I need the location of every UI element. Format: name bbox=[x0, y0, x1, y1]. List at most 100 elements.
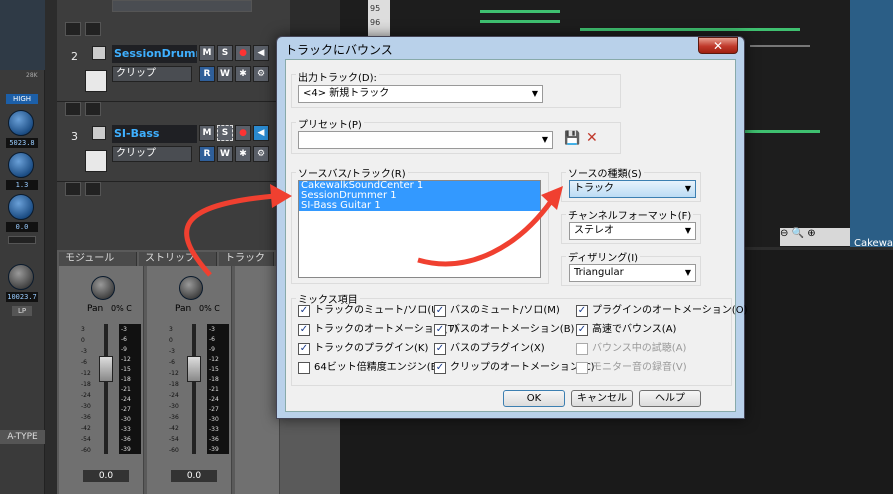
read-automation-button[interactable]: R bbox=[199, 146, 215, 162]
checkmark-icon[interactable]: ✓ bbox=[576, 324, 588, 336]
track-icon bbox=[65, 102, 81, 116]
input-echo-button[interactable]: ◀ bbox=[253, 125, 269, 141]
close-button[interactable]: ✕ bbox=[698, 37, 738, 54]
automation-icon[interactable] bbox=[85, 22, 101, 36]
tab-strip[interactable]: ストリップ bbox=[139, 252, 217, 266]
dither-select[interactable]: Triangular ▼ bbox=[569, 264, 696, 282]
cancel-button[interactable]: キャンセル bbox=[571, 390, 633, 407]
mix-item-checkbox[interactable]: ✓ バスのミュート/ソロ(M) bbox=[434, 304, 560, 318]
zoom-controls[interactable]: ⊖ 🔍 ⊕ bbox=[780, 228, 850, 246]
source-list-item[interactable]: SI-Bass Guitar 1 bbox=[299, 201, 540, 211]
checkmark-icon[interactable]: ✓ bbox=[434, 324, 446, 336]
high-band-button[interactable]: HIGH bbox=[6, 94, 38, 104]
mix-item-checkbox[interactable]: ✓ バスのオートメーション(B) bbox=[434, 323, 574, 337]
help-button[interactable]: ヘルプ bbox=[639, 390, 701, 407]
delete-icon[interactable]: ✕ bbox=[586, 130, 602, 146]
mute-button[interactable]: M bbox=[199, 45, 215, 61]
channel-format-value: ステレオ bbox=[574, 225, 614, 236]
save-icon[interactable]: 💾 bbox=[564, 131, 580, 147]
source-type-value: トラック bbox=[574, 183, 614, 194]
clip-dropdown[interactable] bbox=[112, 0, 252, 12]
pan-knob[interactable] bbox=[179, 276, 203, 300]
output-track-label: 出力トラック(D): bbox=[296, 69, 379, 84]
note-bar[interactable] bbox=[580, 28, 800, 31]
output-track-select[interactable]: <4> 新規トラック ▼ bbox=[298, 85, 543, 103]
record-button[interactable]: ● bbox=[235, 45, 251, 61]
fader-scale-label: 3 bbox=[169, 326, 173, 333]
meter-scale-label: -9 bbox=[209, 346, 215, 353]
meter-scale-label: -9 bbox=[121, 346, 127, 353]
channel-format-select[interactable]: ステレオ ▼ bbox=[569, 222, 696, 240]
meter-scale-label: -24 bbox=[209, 396, 219, 403]
volume-fader[interactable] bbox=[99, 356, 113, 382]
ok-button[interactable]: OK bbox=[503, 390, 565, 407]
note-bar[interactable] bbox=[750, 45, 810, 47]
mix-item-checkbox[interactable]: ✓ トラックのプラグイン(K) bbox=[298, 342, 428, 356]
track-name[interactable]: SI-Bass Guitar 1 bbox=[112, 125, 197, 143]
tab-module[interactable]: モジュール bbox=[59, 252, 137, 266]
checkmark-icon[interactable]: ✓ bbox=[298, 305, 310, 317]
checkmark-icon[interactable]: ✓ bbox=[434, 343, 446, 355]
track-number: 3 bbox=[71, 130, 78, 143]
solo-button[interactable]: S bbox=[217, 125, 233, 141]
write-automation-button[interactable]: W bbox=[217, 66, 233, 82]
track-name[interactable]: SessionDrummer bbox=[112, 45, 197, 63]
pan-label: Pan bbox=[87, 304, 104, 314]
mix-item-checkbox[interactable]: モニター音の録音(V) bbox=[576, 361, 687, 375]
mix-item-checkbox[interactable]: ✓ バスのプラグイン(X) bbox=[434, 342, 545, 356]
mix-item-checkbox[interactable]: ✓ クリップのオートメーション(C) bbox=[434, 361, 595, 375]
automation-icon[interactable] bbox=[85, 182, 101, 196]
note-bar[interactable] bbox=[480, 20, 560, 23]
checkmark-icon[interactable]: ✓ bbox=[298, 324, 310, 336]
gain-knob[interactable] bbox=[8, 194, 34, 220]
mix-item-checkbox[interactable]: ✓ トラックのミュート/ソロ(U) bbox=[298, 304, 443, 318]
preset-select[interactable]: ▼ bbox=[298, 131, 553, 149]
tab-track[interactable]: トラック bbox=[219, 252, 274, 266]
checkbox-empty-icon[interactable] bbox=[576, 362, 588, 374]
gear-button[interactable]: ⚙ bbox=[253, 146, 269, 162]
lp-knob[interactable] bbox=[8, 264, 34, 290]
mute-button[interactable]: M bbox=[199, 125, 215, 141]
mix-item-checkbox[interactable]: ✓ 高速でバウンス(A) bbox=[576, 323, 676, 337]
fader-scale-label: -3 bbox=[169, 348, 175, 355]
meter-scale-label: -24 bbox=[121, 396, 131, 403]
pan-knob[interactable] bbox=[91, 276, 115, 300]
checkbox-empty-icon[interactable] bbox=[298, 362, 310, 374]
meter-scale-label: -18 bbox=[121, 376, 131, 383]
source-type-select[interactable]: トラック ▼ bbox=[569, 180, 696, 198]
clip-dropdown[interactable]: クリップ bbox=[112, 146, 192, 162]
band-switch[interactable] bbox=[8, 236, 36, 244]
read-automation-button[interactable]: R bbox=[199, 66, 215, 82]
input-echo-button[interactable]: ◀ bbox=[253, 45, 269, 61]
volume-fader[interactable] bbox=[187, 356, 201, 382]
record-button[interactable]: ● bbox=[235, 125, 251, 141]
meter-scale-label: -33 bbox=[121, 426, 131, 433]
star-button[interactable]: ✱ bbox=[235, 66, 251, 82]
mix-item-checkbox[interactable]: 64ビット倍精度エンジン(E bbox=[298, 361, 437, 375]
checkmark-icon[interactable]: ✓ bbox=[576, 305, 588, 317]
write-automation-button[interactable]: W bbox=[217, 146, 233, 162]
fader-track bbox=[192, 324, 196, 454]
freq-label: 28K bbox=[26, 72, 38, 79]
note-bar[interactable] bbox=[740, 130, 820, 133]
dialog-title: トラックにバウンス bbox=[285, 43, 393, 57]
checkbox-empty-icon[interactable] bbox=[576, 343, 588, 355]
note-bar[interactable] bbox=[480, 10, 560, 13]
checkmark-icon[interactable]: ✓ bbox=[298, 343, 310, 355]
mix-item-checkbox[interactable]: ✓ プラグインのオートメーション(O) bbox=[576, 304, 747, 318]
gear-button[interactable]: ⚙ bbox=[253, 66, 269, 82]
star-button[interactable]: ✱ bbox=[235, 146, 251, 162]
effect-rack: 28K HIGH 5023.8 1.3 0.0 10023.7 LP A-TYP… bbox=[0, 0, 45, 494]
meter-scale-label: -30 bbox=[209, 416, 219, 423]
solo-button[interactable]: S bbox=[217, 45, 233, 61]
checkmark-icon[interactable]: ✓ bbox=[434, 305, 446, 317]
automation-icon[interactable] bbox=[85, 102, 101, 116]
mix-item-checkbox[interactable]: バウンス中の試聴(A) bbox=[576, 342, 686, 356]
lp-button[interactable]: LP bbox=[12, 306, 32, 316]
clip-dropdown[interactable]: クリップ bbox=[112, 66, 192, 82]
q-knob[interactable] bbox=[8, 152, 34, 178]
source-list[interactable]: CakewalkSoundCenter 1 SessionDrummer 1 S… bbox=[298, 180, 541, 278]
checkmark-icon[interactable]: ✓ bbox=[434, 362, 446, 374]
freq-knob[interactable] bbox=[8, 110, 34, 136]
preset-label: プリセット(P) bbox=[296, 116, 364, 131]
